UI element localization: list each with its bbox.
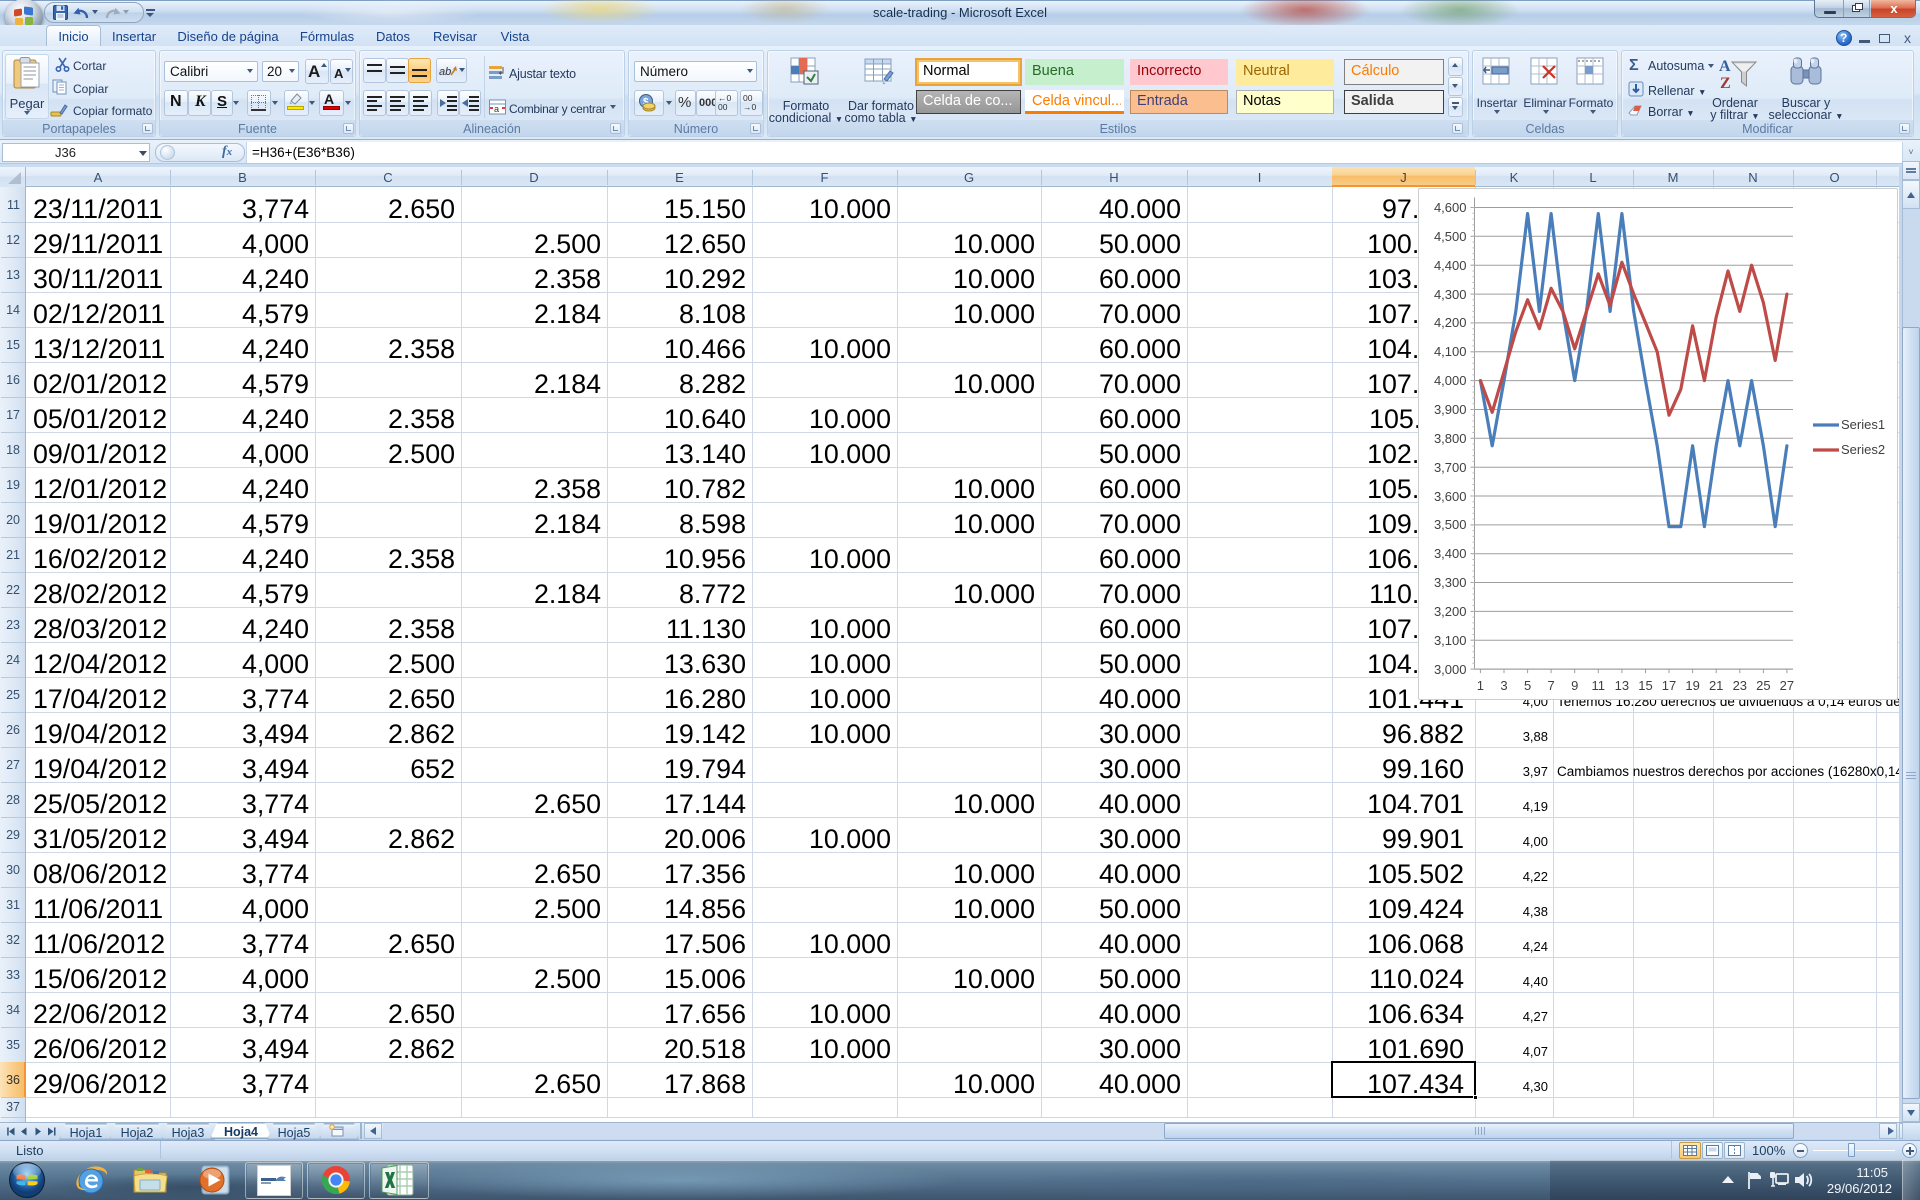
svg-text:a: a: [494, 104, 499, 114]
svg-text:ab: ab: [439, 66, 451, 78]
svg-text:A: A: [1719, 58, 1731, 75]
svg-text:Z: Z: [1720, 75, 1731, 90]
